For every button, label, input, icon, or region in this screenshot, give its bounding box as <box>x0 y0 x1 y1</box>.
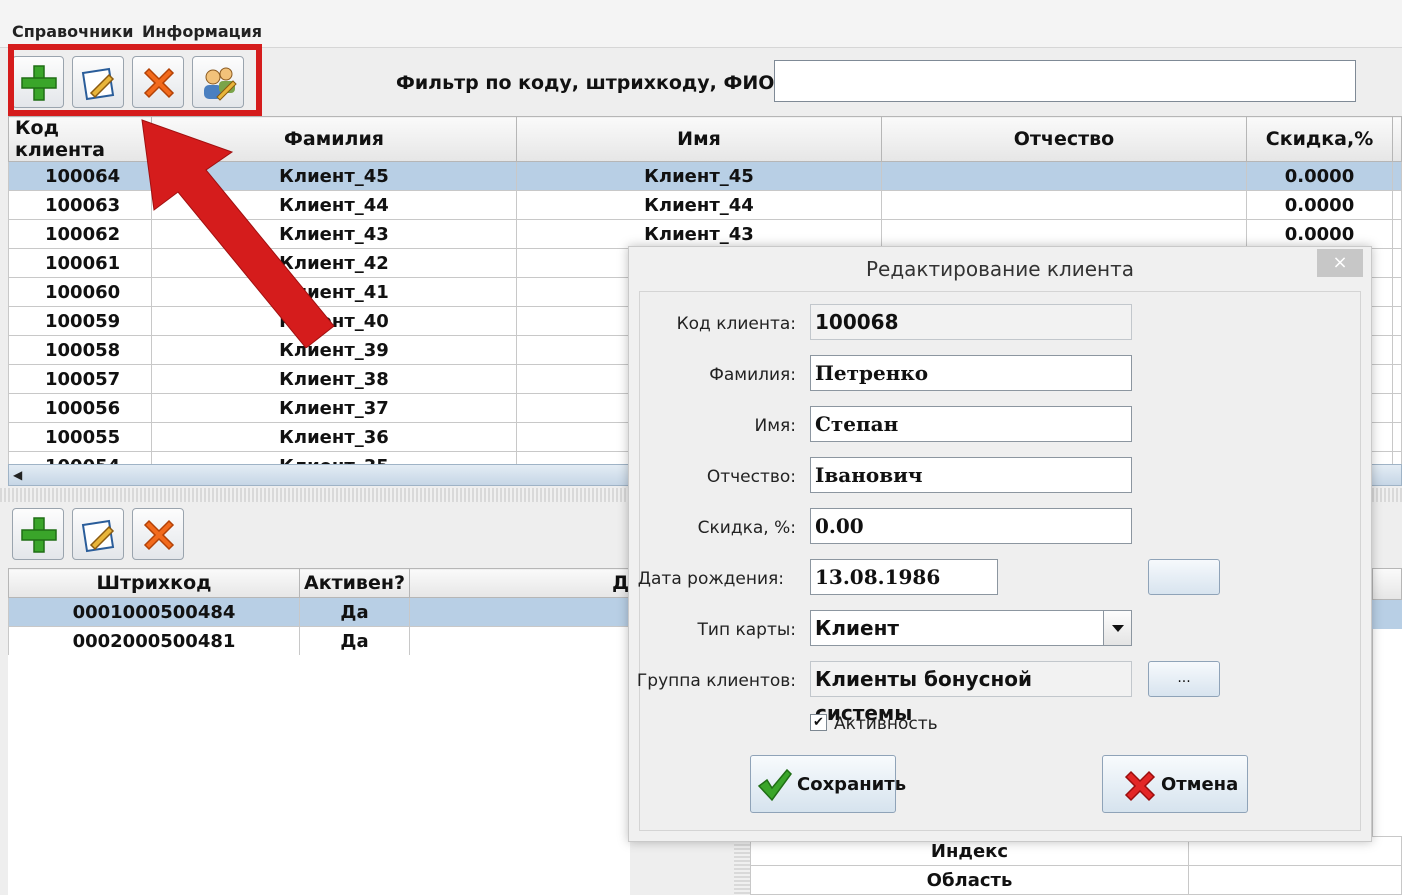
edit-client-dialog: Редактирование клиента × Код клиента: 10… <box>628 246 1372 842</box>
patronymic-field[interactable]: Іванович <box>810 457 1132 493</box>
choose-group-button[interactable]: ... <box>1148 661 1220 697</box>
table-cell: Клиент_44 <box>516 190 882 220</box>
filter-label: Фильтр по коду, штрихкоду, ФИО: <box>396 72 782 94</box>
table-cell-filler <box>1392 335 1402 365</box>
code-label: Код клиента: <box>676 314 796 334</box>
card-type-value: Клиент <box>815 616 899 640</box>
barcodes-empty-area <box>8 655 630 895</box>
table-cell <box>881 219 1247 249</box>
discount-label: Скидка, %: <box>697 518 796 538</box>
menu-directories[interactable]: Справочники <box>12 22 133 41</box>
table-cell: Клиент_43 <box>516 219 882 249</box>
table-cell: Клиент_37 <box>151 393 517 423</box>
active-checkbox[interactable]: ✔ <box>810 714 827 731</box>
scroll-left-icon[interactable]: ◀ <box>13 468 22 482</box>
table-cell-filler <box>1392 248 1402 278</box>
edit-barcode-button[interactable] <box>72 508 124 560</box>
chevron-down-icon[interactable] <box>1103 611 1131 645</box>
table-cell-filler <box>1392 219 1402 249</box>
table-cell: 100055 <box>8 422 152 452</box>
client-group-label: Группа клиентов: <box>636 671 796 691</box>
birthdate-field[interactable]: 13.08.1986 <box>810 559 998 595</box>
table-cell <box>881 161 1247 191</box>
edit-icon <box>81 519 115 553</box>
card-type-label: Тип карты: <box>697 620 796 640</box>
birthdate-label: Дата рождения: <box>637 569 784 589</box>
table-cell-filler <box>1392 393 1402 423</box>
dialog-form: Код клиента: 100068 Фамилия: Петренко Им… <box>636 291 1361 831</box>
column-header[interactable]: Отчество <box>881 116 1247 162</box>
table-row[interactable]: 0002000500481 Да <box>8 626 630 656</box>
delete-icon <box>143 519 175 551</box>
plus-icon <box>21 517 57 553</box>
menu-information[interactable]: Информация <box>142 22 262 41</box>
table-cell: 0.0000 <box>1246 161 1393 191</box>
barcodes-table: Штрихкод Активен? Д 0001000500484 Да 000… <box>8 568 630 656</box>
address-table: Индекс Область <box>750 836 1402 895</box>
checkmark-icon <box>757 768 792 802</box>
vertical-splitter[interactable] <box>734 836 750 895</box>
active-label: Активность <box>834 714 938 734</box>
close-button[interactable]: × <box>1317 249 1363 277</box>
table-cell: Клиент_38 <box>151 364 517 394</box>
dialog-title: Редактирование клиента <box>865 257 1135 281</box>
calendar-button[interactable] <box>1148 559 1220 595</box>
cancel-icon <box>1124 770 1156 802</box>
table-cell-filler <box>1392 306 1402 336</box>
add-barcode-button[interactable] <box>12 508 64 560</box>
column-header[interactable]: Штрихкод <box>8 568 300 598</box>
table-cell: Клиент_36 <box>151 422 517 452</box>
firstname-label: Имя: <box>754 416 797 436</box>
cancel-button[interactable]: Отмена <box>1102 755 1248 813</box>
toolbar-highlight-frame <box>8 44 262 116</box>
table-cell: 0.0000 <box>1246 219 1393 249</box>
filter-input[interactable] <box>774 60 1356 102</box>
card-type-select[interactable]: Клиент <box>810 610 1132 646</box>
table-cell-filler <box>1392 161 1402 191</box>
table-cell-filler <box>1392 364 1402 394</box>
cancel-label: Отмена <box>1161 774 1239 795</box>
table-cell: 100056 <box>8 393 152 423</box>
column-header[interactable]: Д <box>409 568 630 598</box>
save-label: Сохранить <box>797 774 907 795</box>
table-row[interactable]: Область <box>750 865 1402 895</box>
table-cell <box>881 190 1247 220</box>
table-cell-filler <box>1392 277 1402 307</box>
code-field: 100068 <box>810 304 1132 340</box>
menu-bar: Справочники Информация <box>0 12 1402 48</box>
window-title-strip <box>0 0 1402 12</box>
column-header-filler <box>1392 116 1402 162</box>
annotation-arrow <box>141 119 335 348</box>
table-cell: Клиент_45 <box>516 161 882 191</box>
table-cell-filler <box>1392 422 1402 452</box>
save-button[interactable]: Сохранить <box>750 755 906 813</box>
table-row[interactable]: 0001000500484 Да <box>8 597 630 627</box>
firstname-field[interactable]: Степан <box>810 406 1132 442</box>
delete-barcode-button[interactable] <box>132 508 184 560</box>
column-header[interactable]: Скидка,% <box>1246 116 1393 162</box>
address-selected-row <box>1372 600 1402 629</box>
table-cell-filler <box>1392 190 1402 220</box>
patronymic-label: Отчество: <box>706 467 796 487</box>
lastname-field[interactable]: Петренко <box>810 355 1132 391</box>
address-table-header <box>1372 568 1402 600</box>
table-cell: 0.0000 <box>1246 190 1393 220</box>
lastname-label: Фамилия: <box>709 365 796 385</box>
column-header[interactable]: Имя <box>516 116 882 162</box>
client-group-field: Клиенты бонусной системы <box>810 661 1132 725</box>
discount-field[interactable]: 0.00 <box>810 508 1132 544</box>
column-header[interactable]: Активен? <box>299 568 410 598</box>
address-table-rows <box>1372 629 1402 836</box>
close-icon: × <box>1332 252 1348 273</box>
table-cell: 100057 <box>8 364 152 394</box>
